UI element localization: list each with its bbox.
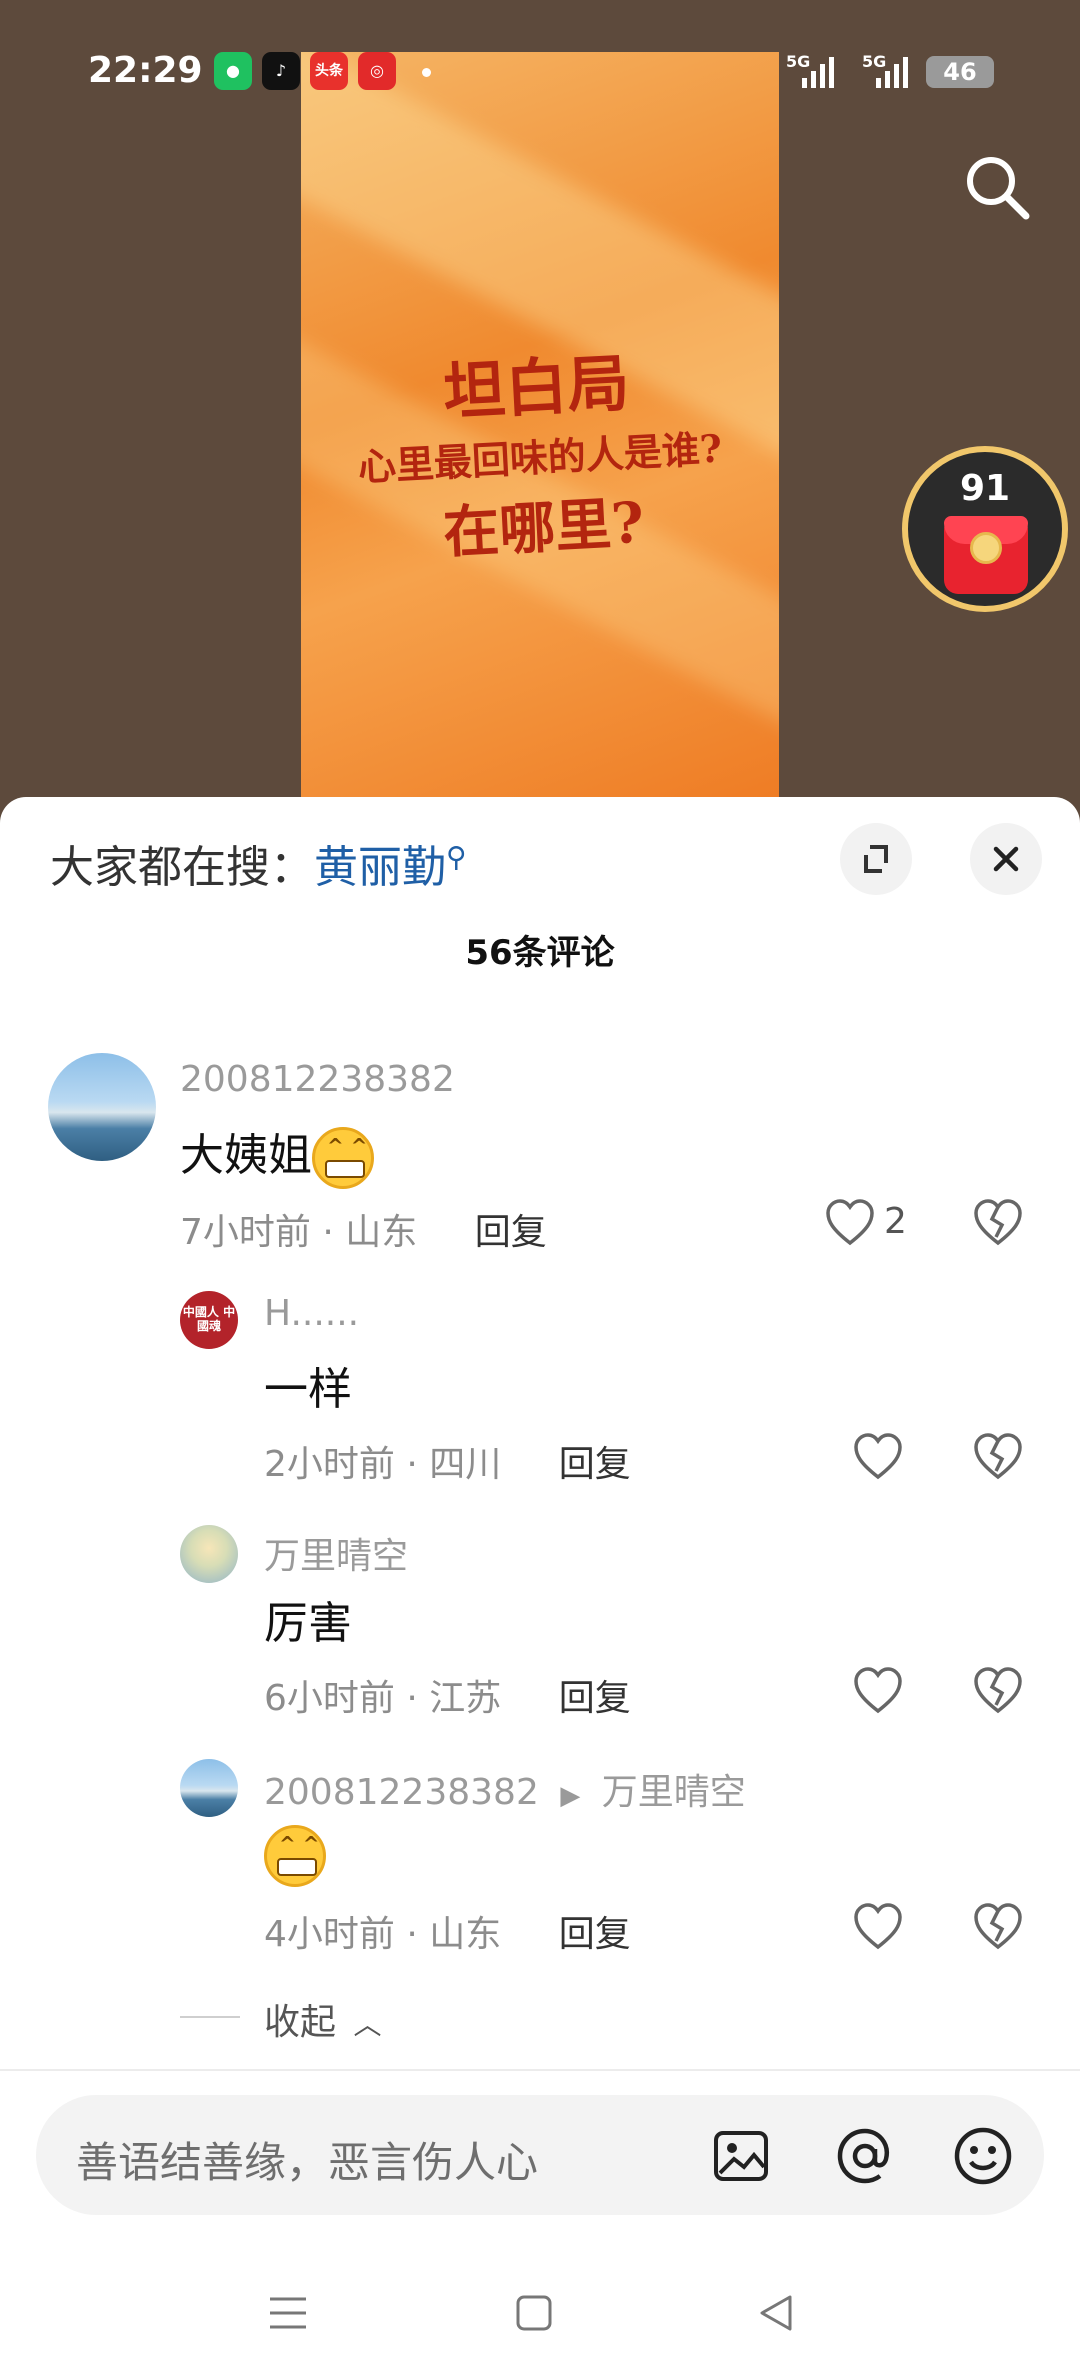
comment-username[interactable]: H......: [264, 1293, 359, 1334]
reply-arrow-icon: ▶: [560, 1781, 581, 1811]
system-nav-bar: [0, 2257, 1080, 2373]
comment-input-bar[interactable]: 善语结善缘，恶言伤人心: [36, 2095, 1044, 2215]
dislike-icon[interactable]: [972, 1431, 1024, 1483]
hot-search-label: 大家都在搜：: [50, 842, 314, 893]
heart-icon[interactable]: [852, 1665, 904, 1717]
hot-search[interactable]: 大家都在搜：黄丽勤⚲: [50, 831, 467, 895]
wechat-icon: ●: [214, 52, 252, 90]
coin-icon: [970, 532, 1002, 564]
comment-username[interactable]: 200812238382: [180, 1059, 455, 1100]
toutiao-icon: 头条: [310, 52, 348, 90]
dislike-icon[interactable]: [972, 1665, 1024, 1717]
comment-username[interactable]: 万里晴空: [264, 1527, 408, 1579]
comment-text: 厉害: [264, 1598, 352, 1649]
comment-meta: 4小时前 · 山东 回复: [264, 1905, 631, 1957]
comment-text: 大姨姐: [180, 1119, 374, 1189]
comment-text-content: 大姨姐: [180, 1130, 312, 1181]
heart-icon[interactable]: [852, 1431, 904, 1483]
screen: 坦白局 心里最回味的人是谁? 在哪里? 22:29 ● ♪ 头条 ◎ 5G 5G…: [0, 0, 1080, 2373]
search-small-icon: ⚲: [446, 840, 467, 874]
close-icon: [993, 846, 1019, 872]
comment-time-location: 6小时前 · 江苏: [264, 1678, 502, 1719]
comment-meta: 7小时前 · 山东 回复: [180, 1203, 547, 1255]
mention-icon[interactable]: [834, 2125, 896, 2187]
reply-target[interactable]: 万里晴空: [602, 1772, 746, 1813]
avatar[interactable]: [180, 1759, 238, 1817]
comment-meta: 2小时前 · 四川 回复: [264, 1435, 631, 1487]
red-packet-widget[interactable]: 91: [902, 446, 1068, 612]
status-time: 22:29: [88, 50, 203, 91]
reply-button[interactable]: 回复: [475, 1212, 547, 1253]
avatar[interactable]: [48, 1053, 156, 1161]
notification-dot: [422, 68, 431, 77]
comment-sheet: 大家都在搜：黄丽勤⚲ 56条评论 200812238382 大姨姐 7小时前 ·…: [0, 797, 1080, 2373]
collapse-divider: [180, 2016, 240, 2018]
reply-button[interactable]: 回复: [559, 1444, 631, 1485]
reply-button[interactable]: 回复: [559, 1678, 631, 1719]
dislike-icon[interactable]: [972, 1901, 1024, 1953]
chevron-up-icon: ︿: [353, 2008, 382, 2041]
dislike-icon[interactable]: [972, 1197, 1024, 1249]
expand-button[interactable]: [840, 823, 912, 895]
status-bar: 22:29 ● ♪ 头条 ◎ 5G 5G 46: [0, 44, 1080, 100]
expand-icon: [864, 845, 888, 873]
avatar[interactable]: 中國人 中國魂: [180, 1291, 238, 1349]
avatar[interactable]: [180, 1525, 238, 1583]
signal-bars-icon-2: [876, 57, 908, 88]
heart-icon[interactable]: [824, 1197, 876, 1249]
like-count: 2: [884, 1201, 907, 1242]
search-icon[interactable]: [962, 152, 1032, 222]
pinduoduo-icon: ◎: [358, 52, 396, 90]
heart-icon[interactable]: [852, 1901, 904, 1953]
back-icon[interactable]: [756, 2293, 796, 2333]
douyin-icon: ♪: [262, 52, 300, 90]
comment-username: 200812238382 ▶ 万里晴空: [264, 1763, 746, 1815]
emoji-icon[interactable]: [952, 2125, 1014, 2187]
input-divider: [0, 2069, 1080, 2071]
video-poster-text: 坦白局 心里最回味的人是谁? 在哪里?: [301, 336, 779, 581]
collapse-label: 收起: [264, 2002, 337, 2043]
reply-button[interactable]: 回复: [559, 1914, 631, 1955]
collapse-button[interactable]: 收起 ︿: [264, 1993, 381, 2045]
comment-count-title: 56条评论: [465, 933, 615, 973]
menu-icon[interactable]: [268, 2293, 308, 2333]
hot-search-keyword[interactable]: 黄丽勤: [314, 842, 446, 893]
red-packet-count: 91: [959, 468, 1011, 509]
comment-text: [264, 1825, 326, 1887]
home-icon[interactable]: [514, 2293, 554, 2333]
battery-indicator: 46: [926, 56, 994, 88]
reply-author[interactable]: 200812238382: [264, 1772, 539, 1813]
comment-time-location: 7小时前 · 山东: [180, 1212, 418, 1253]
signal-bars-icon: [802, 57, 834, 88]
close-button[interactable]: [970, 823, 1042, 895]
comment-time-location: 2小时前 · 四川: [264, 1444, 502, 1485]
grin-emoji-icon: [264, 1825, 326, 1887]
video-frame[interactable]: 坦白局 心里最回味的人是谁? 在哪里?: [301, 52, 779, 820]
image-icon[interactable]: [712, 2127, 770, 2185]
comment-input[interactable]: 善语结善缘，恶言伤人心: [76, 2129, 538, 2190]
comment-text: 一样: [264, 1364, 352, 1415]
comment-meta: 6小时前 · 江苏 回复: [264, 1669, 631, 1721]
grin-emoji-icon: [312, 1127, 374, 1189]
comment-time-location: 4小时前 · 山东: [264, 1914, 502, 1955]
